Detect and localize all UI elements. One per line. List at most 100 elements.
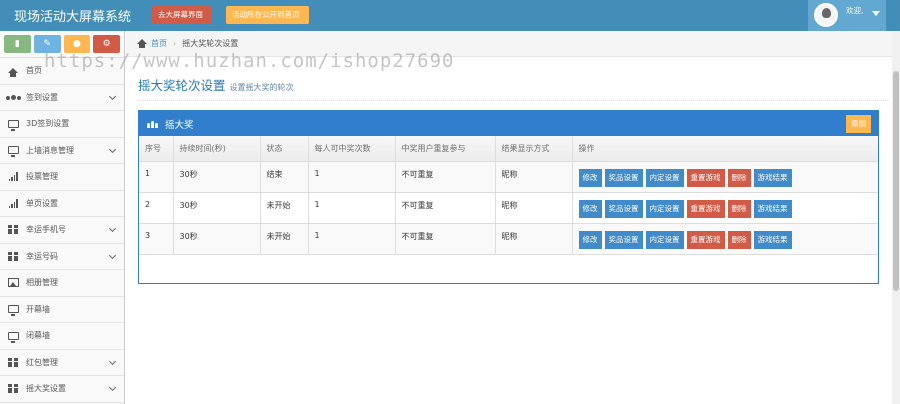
sidebar-item-single-page[interactable]: 单页设置 (0, 190, 124, 217)
sidebar-item-label: 相册管理 (26, 278, 58, 288)
sidebar-item-home[interactable]: 首页 (0, 58, 124, 85)
sidebar-item-label: 上墙消息管理 (26, 145, 74, 155)
cell-display: 昵称 (495, 192, 573, 224)
preset-settings-button[interactable]: 内定设置 (645, 168, 684, 187)
sidebar-item-shake-prize[interactable]: 摇大奖设置 (0, 376, 124, 403)
gift-icon (6, 250, 20, 262)
cell-actions: 修改 奖品设置 内定设置 重置游戏 删除 游戏结果 (572, 192, 878, 224)
user-menu[interactable]: 欢迎, (808, 0, 886, 31)
chevron-down-icon (108, 251, 117, 259)
go-big-screen-button[interactable]: 去大屏幕界面 (152, 6, 211, 24)
column-header: 序号 (139, 136, 174, 162)
cell-duration: 30秒 (173, 223, 261, 255)
main-content: 首页 › 摇大奖轮次设置 摇大奖轮次设置 设置摇大奖的轮次 摇大奖 添加 序号 持… (126, 31, 900, 404)
cell-duration: 30秒 (173, 161, 261, 193)
column-header: 持续时间(秒) (173, 136, 261, 162)
delete-button[interactable]: 删除 (727, 168, 751, 187)
table-row: 3 30秒 未开始 1 不可重复 昵称 修改 奖品设置 内定设置 重置游戏 删除… (139, 223, 878, 255)
sidebar-item-label: 开幕墙 (26, 304, 50, 314)
cell-times: 1 (308, 161, 396, 193)
cell-repeat: 不可重复 (395, 161, 496, 193)
sidebar-item-lucky-phone[interactable]: 幸运手机号 (0, 217, 124, 244)
cell-no: 3 (139, 223, 174, 255)
sidebar-item-red-packet[interactable]: 红包管理 (0, 349, 124, 376)
prize-settings-button[interactable]: 奖品设置 (604, 168, 643, 187)
page-title: 摇大奖轮次设置 (138, 78, 226, 93)
sidebar-item-vote[interactable]: 投票管理 (0, 164, 124, 191)
sidebar-item-signin-settings[interactable]: 签到设置 (0, 84, 124, 111)
sidebar-item-label: 幸运手机号 (26, 225, 66, 235)
sidebar-item-album[interactable]: 相册管理 (0, 270, 124, 297)
vertical-scrollbar[interactable] (892, 31, 900, 404)
restart-game-button[interactable]: 重置游戏 (686, 168, 725, 187)
table-row: 2 30秒 未开始 1 不可重复 昵称 修改 奖品设置 内定设置 重置游戏 删除… (139, 192, 878, 224)
table-header-row: 序号 持续时间(秒) 状态 每人可中奖次数 中奖用户重复参与 结果显示方式 操作 (139, 136, 878, 162)
preset-settings-button[interactable]: 内定设置 (645, 199, 684, 218)
game-result-button[interactable]: 游戏结果 (753, 230, 792, 249)
cell-duration: 30秒 (173, 192, 261, 224)
restart-game-button[interactable]: 重置游戏 (686, 230, 725, 249)
scrollbar-thumb[interactable] (893, 71, 899, 291)
column-header: 操作 (572, 136, 878, 162)
gift-icon (6, 383, 20, 395)
edit-button[interactable]: 修改 (578, 230, 602, 249)
edit-button[interactable]: 修改 (578, 199, 602, 218)
breadcrumb: 首页 › 摇大奖轮次设置 (126, 31, 900, 57)
monitor-icon (6, 144, 20, 158)
comment-icon[interactable]: ▮ (4, 35, 31, 53)
sidebar-item-label: 单页设置 (26, 198, 58, 208)
table-row: 1 30秒 结束 1 不可重复 昵称 修改 奖品设置 内定设置 重置游戏 删除 … (139, 161, 878, 193)
preset-settings-button[interactable]: 内定设置 (645, 230, 684, 249)
prize-settings-button[interactable]: 奖品设置 (604, 230, 643, 249)
pencil-icon[interactable]: ✎ (33, 35, 61, 53)
cell-status: 未开始 (260, 192, 309, 224)
welcome-text: 欢迎, (846, 6, 864, 15)
cell-actions: 修改 奖品设置 内定设置 重置游戏 删除 游戏结果 (572, 223, 878, 255)
cell-times: 1 (308, 223, 396, 255)
cell-no: 1 (139, 161, 174, 193)
game-result-button[interactable]: 游戏结果 (753, 199, 792, 218)
signal-icon (6, 197, 20, 209)
users-icon (5, 91, 21, 103)
restart-game-button[interactable]: 重置游戏 (686, 199, 725, 218)
sidebar: ▮ ✎ ● ⚙ 首页 签到设置 3D签到设置 上墙消息管理 投票管理 单页设置 … (0, 31, 125, 404)
breadcrumb-current: 摇大奖轮次设置 (182, 39, 239, 48)
edit-button[interactable]: 修改 (578, 168, 602, 187)
avatar (814, 3, 838, 27)
signal-icon (6, 171, 20, 183)
cell-actions: 修改 奖品设置 内定设置 重置游戏 删除 游戏结果 (572, 161, 878, 193)
cell-status: 结束 (260, 161, 309, 193)
caret-down-icon (872, 11, 880, 16)
sidebar-item-label: 投票管理 (26, 172, 58, 182)
gift-icon (6, 356, 20, 368)
delete-button[interactable]: 删除 (727, 199, 751, 218)
sidebar-item-3d-signin[interactable]: 3D签到设置 (0, 111, 124, 138)
chevron-down-icon (108, 383, 117, 392)
sidebar-item-label: 3D签到设置 (26, 119, 70, 129)
chevron-down-icon (108, 224, 117, 233)
sidebar-item-label: 摇大奖设置 (26, 384, 66, 394)
home-icon (137, 39, 147, 48)
breadcrumb-home-link[interactable]: 首页 (151, 38, 167, 49)
cell-repeat: 不可重复 (395, 223, 496, 255)
app-brand[interactable]: 现场活动大屏幕系统 (14, 6, 131, 25)
add-button[interactable]: 添加 (846, 115, 871, 133)
dashboard-icon (6, 65, 20, 78)
cell-repeat: 不可重复 (395, 192, 496, 224)
cogs-icon[interactable]: ⚙ (93, 35, 120, 53)
sidebar-item-lucky-number[interactable]: 幸运号码 (0, 243, 124, 270)
sidebar-item-label: 签到设置 (26, 92, 58, 102)
breadcrumb-separator: › (173, 39, 177, 48)
monitor-icon (6, 330, 20, 343)
delete-button[interactable]: 删除 (727, 230, 751, 249)
column-header: 状态 (260, 136, 309, 162)
users-icon[interactable]: ● (63, 35, 91, 53)
cell-display: 昵称 (495, 161, 573, 193)
sidebar-item-wall-messages[interactable]: 上墙消息管理 (0, 137, 124, 164)
sidebar-item-opening-wall[interactable]: 开幕墙 (0, 296, 124, 323)
game-result-button[interactable]: 游戏结果 (753, 168, 792, 187)
prize-settings-button[interactable]: 奖品设置 (604, 199, 643, 218)
publish-homepage-button[interactable]: 活动所在公开到首页 (226, 6, 309, 24)
picture-icon (6, 277, 20, 289)
sidebar-item-closing-wall[interactable]: 闭幕墙 (0, 323, 124, 350)
